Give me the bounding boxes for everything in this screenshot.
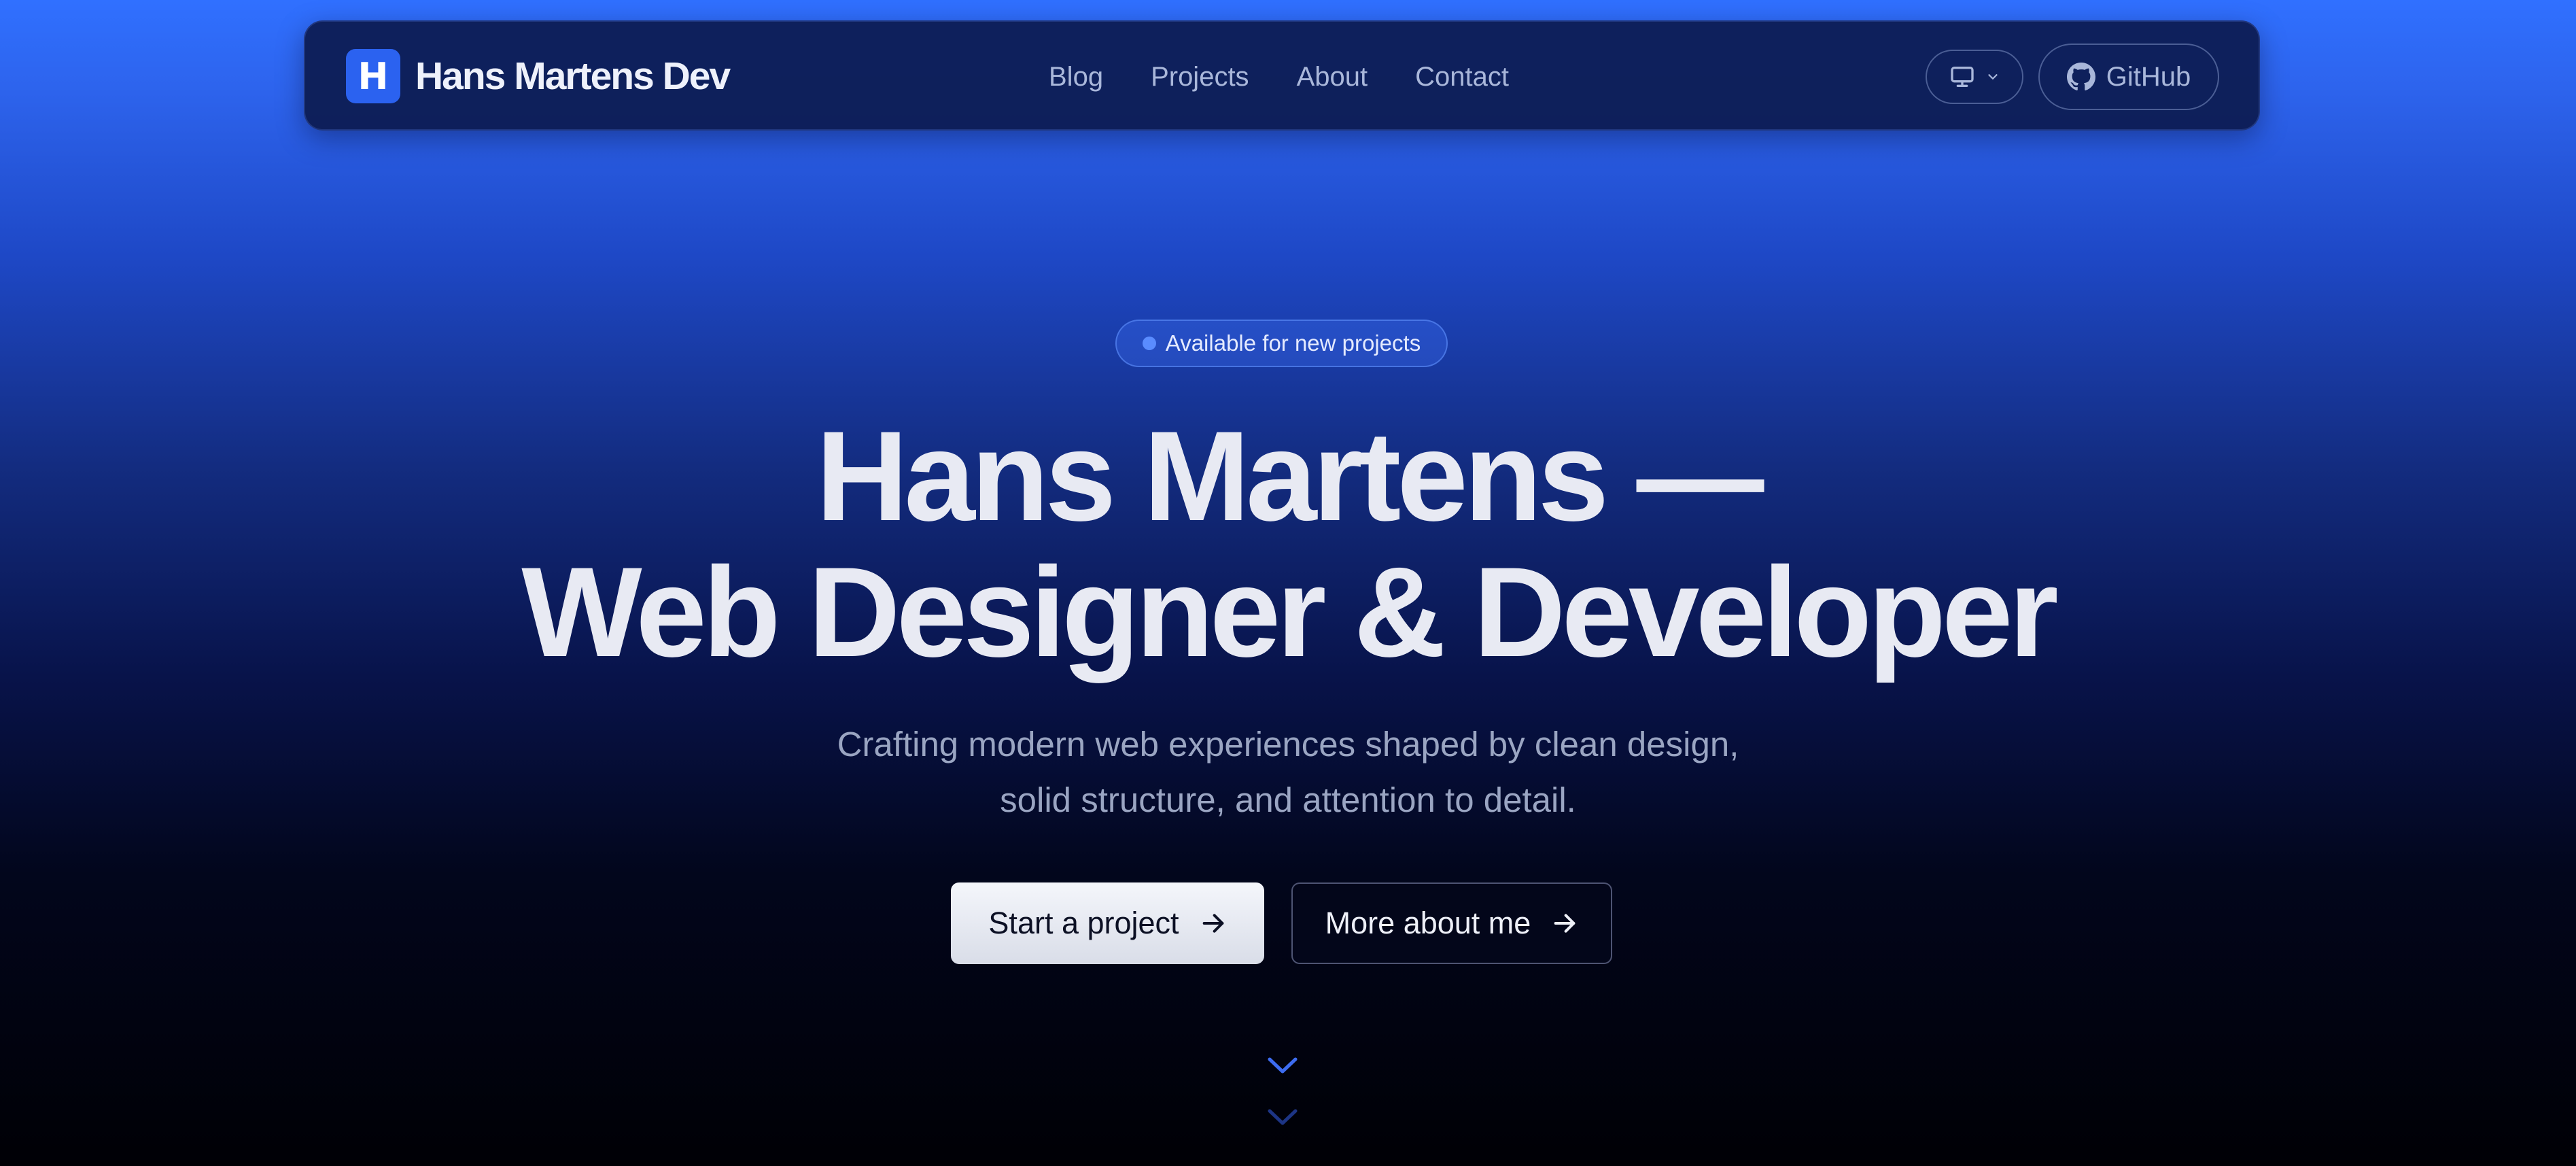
availability-badge-label: Available for new projects: [1165, 330, 1421, 356]
more-about-me-label: More about me: [1325, 906, 1531, 940]
availability-badge: Available for new projects: [1115, 320, 1448, 367]
more-about-me-button[interactable]: More about me: [1291, 882, 1612, 964]
monitor-icon: [1951, 67, 1974, 87]
github-icon: [2066, 63, 2095, 90]
nav-link-about[interactable]: About: [1297, 62, 1368, 92]
hero-headline-line-1: Hans Martens —: [816, 405, 1764, 547]
github-label: GitHub: [2106, 61, 2191, 92]
chevron-down-icon: [1988, 74, 1998, 80]
hero-subtitle: Crafting modern web experiences shaped b…: [0, 717, 2576, 828]
nav-link-projects[interactable]: Projects: [1151, 62, 1249, 92]
start-project-button[interactable]: Start a project: [951, 882, 1264, 964]
hero-headline-line-2: Web Designer & Developer: [521, 541, 2058, 683]
chevron-double-down-icon: [1268, 1057, 1298, 1125]
scroll-down-button[interactable]: [1266, 1052, 1300, 1134]
top-navbar: H Hans Martens Dev Blog Projects About C…: [304, 20, 2260, 131]
brand-name: Hans Martens Dev: [415, 54, 731, 98]
start-project-label: Start a project: [988, 906, 1179, 940]
github-button[interactable]: GitHub: [2038, 44, 2219, 110]
brand-home-link[interactable]: H Hans Martens Dev: [346, 48, 731, 104]
hero-subtitle-line-2: solid structure, and attention to detail…: [1000, 781, 1576, 819]
brand-logo-icon: H: [346, 49, 400, 103]
arrow-right-icon: [1202, 914, 1223, 933]
hero-subtitle-line-1: Crafting modern web experiences shaped b…: [837, 725, 1739, 764]
nav-link-contact[interactable]: Contact: [1415, 62, 1509, 92]
nav-links: Blog Projects About Contact: [1049, 22, 1509, 132]
hero-headline: Hans Martens — Web Designer & Developer: [0, 408, 2576, 680]
arrow-right-icon: [1554, 914, 1576, 933]
status-dot-icon: [1142, 337, 1156, 350]
nav-link-blog[interactable]: Blog: [1049, 62, 1103, 92]
theme-toggle-button[interactable]: [1926, 50, 2023, 104]
